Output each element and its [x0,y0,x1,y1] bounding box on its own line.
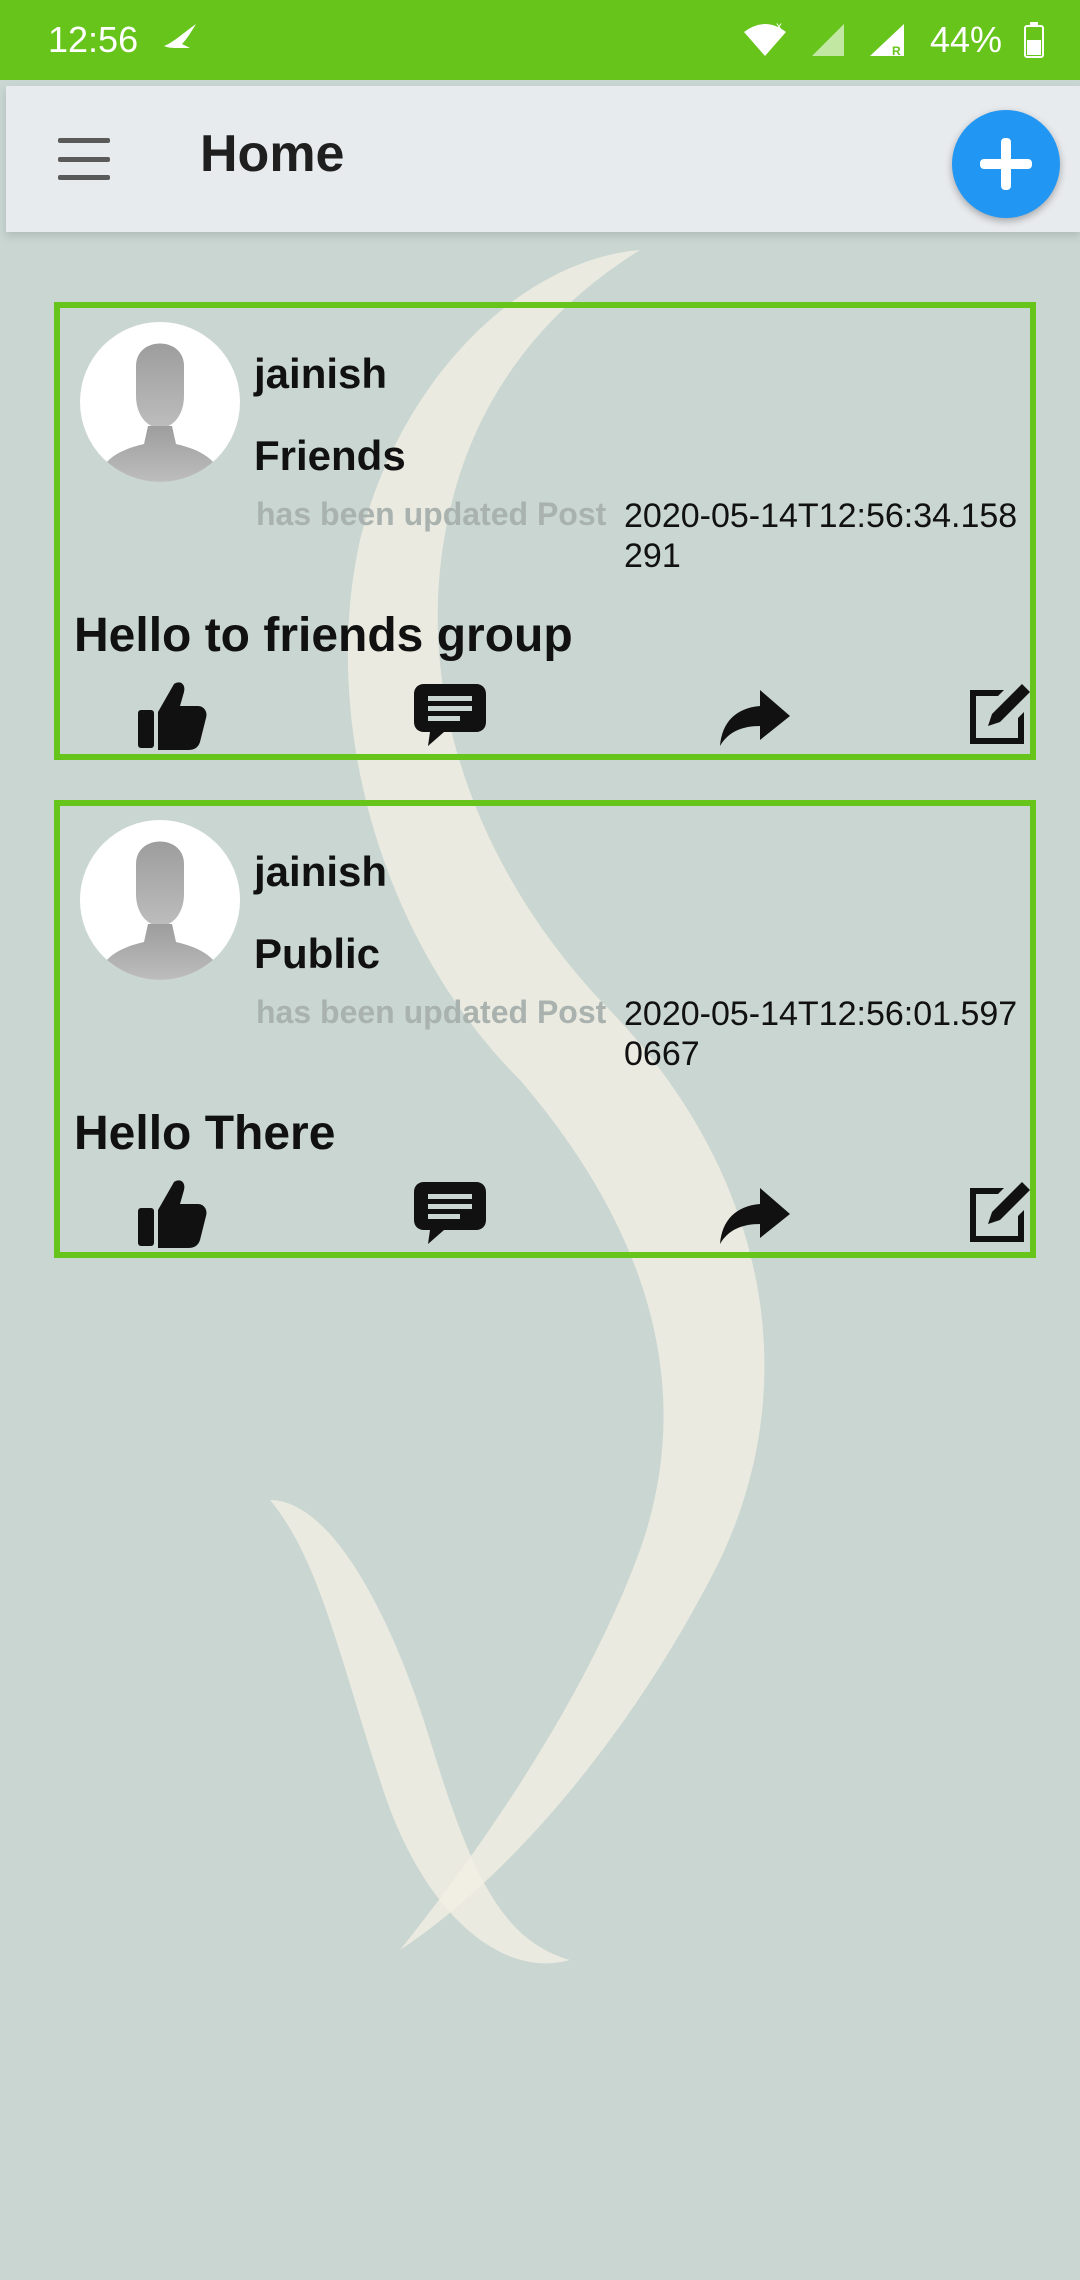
post-update-label: has been updated Post [256,496,607,532]
comment-button[interactable] [410,1174,490,1254]
svg-text:R: R [892,44,901,58]
post-username[interactable]: jainish [254,350,387,398]
share-button[interactable] [714,676,794,756]
post-audience: Public [254,930,381,977]
like-button[interactable] [132,676,212,756]
wifi-icon: x [742,22,788,58]
post-text: Hello There [74,1107,336,1160]
comment-icon [414,1182,486,1244]
signal-roaming-icon: R [868,22,908,58]
avatar[interactable] [80,820,240,980]
post-audience: Friends [254,432,406,479]
edit-button[interactable] [958,676,1038,756]
post-username[interactable]: jainish [254,848,387,896]
signal-icon [810,22,846,58]
post-card: jainish Public has been updated Post 202… [54,800,1036,1258]
status-bar: 12:56 x R 44% [0,0,1080,80]
page-title: Home [200,125,345,183]
notification-icon [160,19,200,61]
share-button[interactable] [714,1174,794,1254]
post-text: Hello to friends group [74,609,573,662]
post-timestamp: 2020-05-14T12:56:01.5970667 [624,995,1018,1073]
post-card: jainish Friends has been updated Post 20… [54,302,1036,760]
comment-icon [414,684,486,746]
avatar[interactable] [80,322,240,482]
edit-button[interactable] [958,1174,1038,1254]
add-post-button[interactable] [952,110,1060,218]
edit-icon [970,1182,1030,1242]
menu-icon[interactable] [54,132,114,186]
comment-button[interactable] [410,676,490,756]
thumbs-up-icon [138,1180,207,1248]
status-right: x R 44% [742,19,1044,61]
like-button[interactable] [132,1174,212,1254]
share-icon [720,690,790,746]
battery-percent: 44% [929,19,1002,60]
post-update-label: has been updated Post [256,994,607,1030]
status-time: 12:56 [48,19,139,60]
status-left: 12:56 [48,19,200,61]
thumbs-up-icon [138,682,207,750]
battery-icon [1024,22,1044,58]
edit-icon [970,684,1030,744]
post-timestamp: 2020-05-14T12:56:34.158291 [624,497,1018,575]
share-icon [720,1188,790,1244]
app-bar: Home [6,86,1080,232]
add-icon [980,138,1032,190]
svg-text:x: x [776,22,782,33]
